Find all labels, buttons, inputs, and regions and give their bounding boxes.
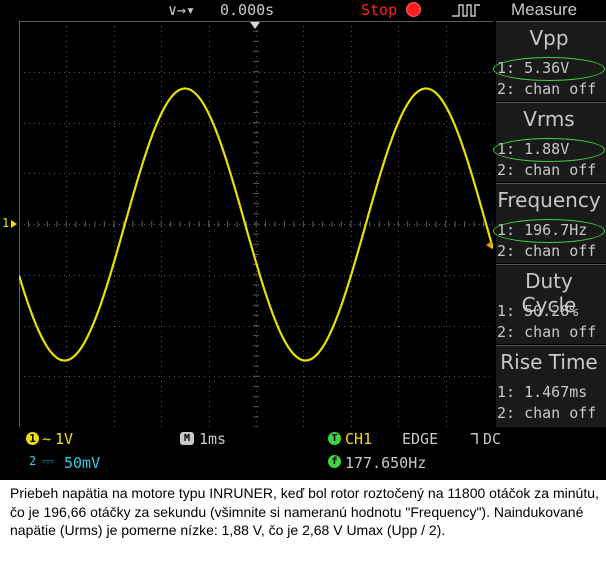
timebase-badge: M (180, 432, 194, 445)
trigger-coupling[interactable]: DC (483, 430, 501, 448)
rising-edge-icon (452, 4, 480, 17)
run-state[interactable]: Stop (361, 0, 397, 20)
oscilloscope-display: ∨→▾ 0.000s Stop Measure 1 Vpp 1: 5.36V 2… (0, 0, 606, 480)
measurement-ch2-value: 2: chan off (497, 323, 597, 341)
timebase[interactable]: 1ms (199, 430, 226, 448)
dc-coupling-icon: ⎓ (42, 452, 54, 470)
measurement-title: Vrms (523, 107, 575, 131)
ch1-ground-marker-icon (11, 220, 17, 228)
waveform-screen (19, 21, 493, 427)
measurement-title: Rise Time (500, 350, 598, 374)
frequency-badge: f (328, 455, 341, 468)
trigger-time-marker-icon (250, 22, 260, 29)
measurement-ch1-value: 1: 50.28% (497, 302, 579, 320)
trigger-position-icon: ∨→▾ (168, 1, 196, 19)
menu-title[interactable]: Measure (511, 0, 577, 20)
measurement-title: Frequency (497, 188, 601, 212)
measurement-duty-cycle[interactable]: Duty Cycle 1: 50.28% 2: chan off (496, 264, 606, 344)
stop-indicator-icon (407, 3, 420, 16)
trigger-badge: T (328, 432, 341, 445)
ch2-badge: 2 (29, 454, 37, 468)
measurement-ch2-value: 2: chan off (497, 404, 597, 422)
ch1-scale[interactable]: 1V (55, 430, 73, 448)
trigger-source[interactable]: CH1 (345, 430, 372, 448)
measurement-rise-time[interactable]: Rise Time 1: 1.467ms 2: chan off (496, 345, 606, 427)
measure-panel: Vpp 1: 5.36V 2: chan off Vrms 1: 1.88V 2… (493, 21, 606, 427)
graticule (19, 21, 493, 427)
measurement-vrms[interactable]: Vrms 1: 1.88V 2: chan off (493, 102, 606, 182)
measurement-vpp[interactable]: Vpp 1: 5.36V 2: chan off (493, 21, 606, 101)
measurement-ch2-value: 2: chan off (497, 80, 597, 98)
measurement-ch1-value: 1: 1.467ms (497, 383, 588, 401)
ch1-ground-marker[interactable]: 1 (2, 216, 9, 230)
measurement-ch2-value: 2: chan off (497, 242, 597, 260)
measurement-ch1-value: 1: 196.7Hz (497, 221, 588, 239)
measurement-frequency[interactable]: Frequency 1: 196.7Hz 2: chan off (493, 183, 606, 263)
time-offset: 0.000s (220, 1, 275, 19)
ch1-badge: 1 (26, 432, 39, 445)
measurement-ch1-value: 1: 1.88V (497, 140, 570, 158)
ac-coupling-icon: ∼ (42, 430, 52, 448)
trigger-frequency: 177.650Hz (345, 454, 427, 472)
measurement-title: Vpp (529, 26, 569, 50)
ch2-scale[interactable]: 50mV (64, 454, 100, 472)
measurement-ch1-value: 1: 5.36V (497, 59, 570, 77)
measurement-ch2-value: 2: chan off (497, 161, 597, 179)
trigger-type[interactable]: EDGE (402, 430, 438, 448)
trigger-level-marker-icon[interactable] (484, 240, 493, 250)
falling-edge-icon: ᒣ (470, 430, 480, 448)
caption: Priebeh napätia na motore typu INRUNER, … (10, 485, 599, 538)
